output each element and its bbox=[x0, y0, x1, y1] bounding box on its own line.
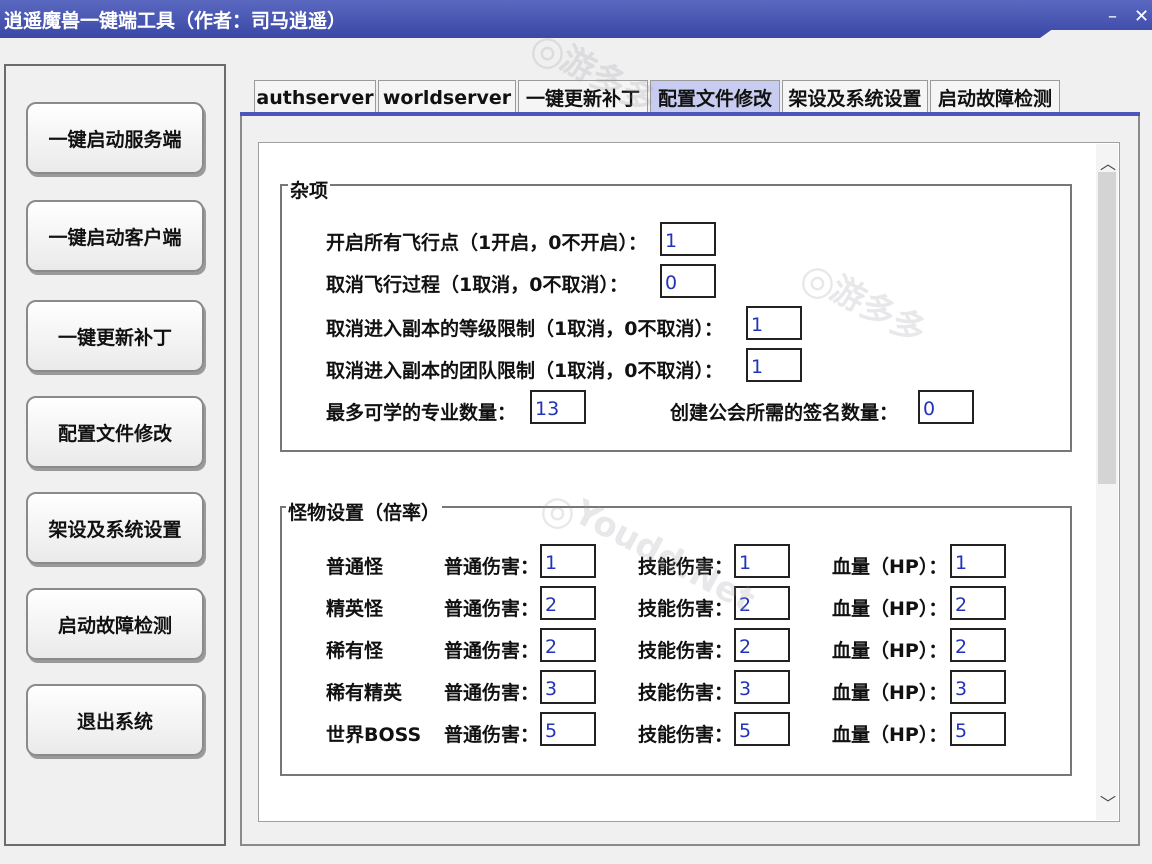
config-edit-button[interactable]: 配置文件修改 bbox=[26, 396, 204, 468]
normal-damage-label: 普通伤害： bbox=[444, 640, 540, 662]
update-patch-button[interactable]: 一键更新补丁 bbox=[26, 300, 204, 372]
close-icon[interactable]: ✕ bbox=[1134, 6, 1149, 27]
scroll-up-icon[interactable]: ︿ bbox=[1100, 150, 1116, 174]
normal-damage-input[interactable]: 2 bbox=[540, 628, 596, 662]
hp-label: 血量（HP）： bbox=[832, 724, 948, 746]
normal-damage-label: 普通伤害： bbox=[444, 724, 540, 746]
hp-input[interactable]: 1 bbox=[950, 544, 1006, 578]
scrollbar-thumb[interactable] bbox=[1098, 172, 1116, 484]
title-bar: 逍遥魔兽一键端工具（作者：司马逍遥） – ✕ bbox=[0, 0, 1152, 38]
skill-damage-input[interactable]: 5 bbox=[734, 712, 790, 746]
skill-damage-input[interactable]: 2 bbox=[734, 628, 790, 662]
monster-row-name: 精英怪 bbox=[326, 598, 384, 620]
title-bar-notch bbox=[1040, 30, 1152, 38]
normal-damage-input[interactable]: 2 bbox=[540, 586, 596, 620]
hp-label: 血量（HP）： bbox=[832, 682, 948, 704]
normal-damage-input[interactable]: 3 bbox=[540, 670, 596, 704]
monster-row-name: 稀有怪 bbox=[326, 640, 384, 662]
skill-damage-label: 技能伤害： bbox=[638, 598, 734, 620]
skill-damage-input[interactable]: 3 bbox=[734, 670, 790, 704]
hp-input[interactable]: 2 bbox=[950, 586, 1006, 620]
window-title: 逍遥魔兽一键端工具（作者：司马逍遥） bbox=[4, 10, 347, 32]
skip-flight-label: 取消飞行过程（1取消，0不取消）： bbox=[326, 274, 628, 296]
tab-config-edit[interactable]: 配置文件修改 bbox=[650, 80, 780, 114]
fault-check-button[interactable]: 启动故障检测 bbox=[26, 588, 204, 660]
scroll-down-icon[interactable]: ﹀ bbox=[1100, 790, 1116, 814]
hp-input[interactable]: 3 bbox=[950, 670, 1006, 704]
normal-damage-label: 普通伤害： bbox=[444, 682, 540, 704]
minimize-icon[interactable]: – bbox=[1108, 6, 1117, 27]
instance-level-label: 取消进入副本的等级限制（1取消，0不取消）： bbox=[326, 318, 723, 340]
hp-label: 血量（HP）： bbox=[832, 598, 948, 620]
skill-damage-label: 技能伤害： bbox=[638, 682, 734, 704]
normal-damage-input[interactable]: 5 bbox=[540, 712, 596, 746]
hp-input[interactable]: 2 bbox=[950, 628, 1006, 662]
monster-group-title: 怪物设置（倍率） bbox=[286, 498, 443, 525]
fly-all-input[interactable]: 1 bbox=[660, 222, 716, 256]
tab-fault-check[interactable]: 启动故障检测 bbox=[930, 80, 1060, 114]
guild-signatures-label: 创建公会所需的签名数量： bbox=[670, 402, 899, 424]
skill-damage-input[interactable]: 1 bbox=[734, 544, 790, 578]
monster-row-name: 稀有精英 bbox=[326, 682, 403, 704]
tab-authserver[interactable]: authserver bbox=[254, 80, 376, 114]
normal-damage-label: 普通伤害： bbox=[444, 556, 540, 578]
monster-row-name: 世界BOSS bbox=[326, 724, 422, 746]
instance-party-label: 取消进入副本的团队限制（1取消，0不取消）： bbox=[326, 360, 723, 382]
start-server-button[interactable]: 一键启动服务端 bbox=[26, 102, 204, 174]
max-professions-label: 最多可学的专业数量： bbox=[326, 402, 517, 424]
skill-damage-label: 技能伤害： bbox=[638, 724, 734, 746]
sidebar: 一键启动服务端 一键启动客户端 一键更新补丁 配置文件修改 架设及系统设置 启动… bbox=[4, 64, 226, 846]
normal-damage-label: 普通伤害： bbox=[444, 598, 540, 620]
max-professions-input[interactable]: 13 bbox=[530, 390, 586, 424]
monster-row-name: 普通怪 bbox=[326, 556, 384, 578]
exit-button[interactable]: 退出系统 bbox=[26, 684, 204, 756]
skill-damage-label: 技能伤害： bbox=[638, 640, 734, 662]
hp-label: 血量（HP）： bbox=[832, 640, 948, 662]
normal-damage-input[interactable]: 1 bbox=[540, 544, 596, 578]
tab-system-setup[interactable]: 架设及系统设置 bbox=[782, 80, 928, 114]
hp-input[interactable]: 5 bbox=[950, 712, 1006, 746]
skill-damage-label: 技能伤害： bbox=[638, 556, 734, 578]
tab-worldserver[interactable]: worldserver bbox=[378, 80, 516, 114]
misc-group-title: 杂项 bbox=[288, 176, 331, 203]
instance-party-input[interactable]: 1 bbox=[746, 348, 802, 382]
guild-signatures-input[interactable]: 0 bbox=[918, 390, 974, 424]
instance-level-input[interactable]: 1 bbox=[746, 306, 802, 340]
system-setup-button[interactable]: 架设及系统设置 bbox=[26, 492, 204, 564]
start-client-button[interactable]: 一键启动客户端 bbox=[26, 200, 204, 272]
skip-flight-input[interactable]: 0 bbox=[660, 264, 716, 298]
skill-damage-input[interactable]: 2 bbox=[734, 586, 790, 620]
tab-update-patch[interactable]: 一键更新补丁 bbox=[518, 80, 648, 114]
hp-label: 血量（HP）： bbox=[832, 556, 948, 578]
fly-all-label: 开启所有飞行点（1开启，0不开启）： bbox=[326, 232, 647, 254]
